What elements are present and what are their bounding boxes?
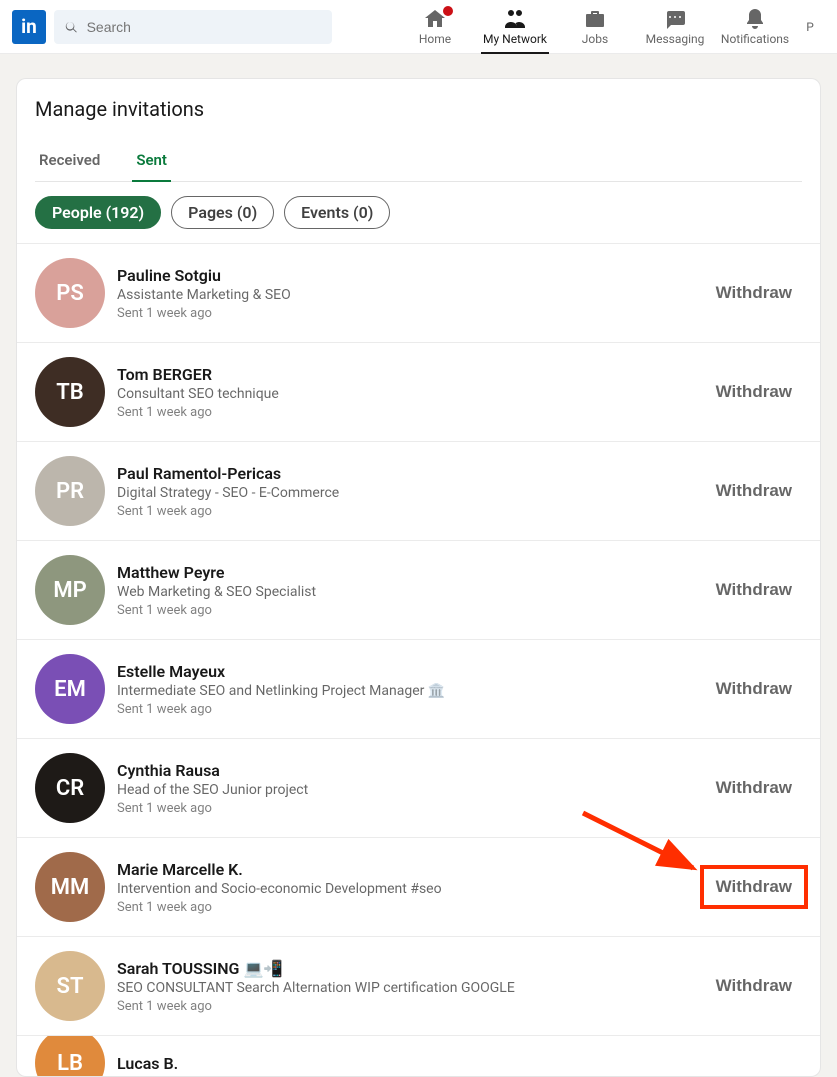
invitation-info: Tom BERGER Consultant SEO technique Sent 1… (117, 365, 706, 420)
invitation-row: CR Cynthia Rausa Head of the SEO Junior pr… (17, 739, 820, 838)
messaging-icon (663, 7, 687, 31)
withdraw-button[interactable]: Withdraw (706, 277, 802, 309)
filter-chips: People (192) Pages (0) Events (0) (17, 182, 820, 244)
person-headline: Assistante Marketing & SEO (117, 287, 706, 303)
top-nav: Home My Network Jobs Messaging Notificat… (395, 0, 825, 54)
linkedin-logo[interactable]: in (12, 10, 46, 44)
sent-time: Sent 1 week ago (117, 801, 706, 816)
sent-time: Sent 1 week ago (117, 405, 706, 420)
person-name[interactable]: Marie Marcelle K. (117, 860, 706, 879)
card-title: Manage invitations (35, 97, 802, 121)
invitation-info: Sarah TOUSSING 💻📲 SEO CONSULTANT Search A… (117, 959, 706, 1014)
person-name[interactable]: Lucas B. (117, 1054, 802, 1073)
tab-sent[interactable]: Sent (132, 139, 171, 181)
invitation-row: TB Tom BERGER Consultant SEO technique Sent… (17, 343, 820, 442)
withdraw-button[interactable]: Withdraw (706, 970, 802, 1002)
invitation-row: MM Marie Marcelle K. Intervention and Soci… (17, 838, 820, 937)
sent-time: Sent 1 week ago (117, 306, 706, 321)
person-name[interactable]: Sarah TOUSSING 💻📲 (117, 959, 706, 978)
avatar[interactable]: TB (35, 357, 105, 427)
invitation-row: EM Estelle Mayeux Intermediate SEO and Net… (17, 640, 820, 739)
invitation-info: Pauline Sotgiu Assistante Marketing & SEO… (117, 266, 706, 321)
nav-jobs[interactable]: Jobs (555, 0, 635, 54)
invitation-row: PR Paul Ramentol-Pericas Digital Strategy … (17, 442, 820, 541)
avatar[interactable]: MP (35, 555, 105, 625)
person-name[interactable]: Paul Ramentol-Pericas (117, 464, 706, 483)
nav-profile[interactable]: P (795, 0, 825, 54)
nav-label: Jobs (582, 32, 608, 46)
withdraw-button[interactable]: Withdraw (706, 673, 802, 705)
nav-label: Notifications (721, 32, 789, 46)
search-box[interactable] (54, 10, 332, 44)
person-name[interactable]: Tom BERGER (117, 365, 706, 384)
jobs-icon (583, 7, 607, 31)
invitation-list: PS Pauline Sotgiu Assistante Marketing & S… (17, 244, 820, 1076)
nav-messaging[interactable]: Messaging (635, 0, 715, 54)
sent-time: Sent 1 week ago (117, 702, 706, 717)
avatar[interactable]: MM (35, 852, 105, 922)
withdraw-button[interactable]: Withdraw (706, 871, 802, 903)
search-icon (64, 19, 79, 35)
nav-notifications[interactable]: Notifications (715, 0, 795, 54)
invitation-info: Marie Marcelle K. Intervention and Socio-… (117, 860, 706, 915)
manage-invitations-card: Manage invitations Received Sent People … (16, 78, 821, 1077)
person-name[interactable]: Estelle Mayeux (117, 662, 706, 681)
person-name[interactable]: Matthew Peyre (117, 563, 706, 582)
invitation-tabs: Received Sent (35, 139, 802, 182)
withdraw-button[interactable]: Withdraw (706, 574, 802, 606)
tab-received[interactable]: Received (35, 139, 104, 181)
withdraw-button[interactable]: Withdraw (706, 376, 802, 408)
withdraw-button[interactable]: Withdraw (706, 475, 802, 507)
person-name[interactable]: Cynthia Rausa (117, 761, 706, 780)
person-headline: Digital Strategy - SEO - E-Commerce (117, 485, 706, 501)
person-name[interactable]: Pauline Sotgiu (117, 266, 706, 285)
nav-label: P (806, 20, 814, 34)
bell-icon (743, 7, 767, 31)
card-header: Manage invitations Received Sent (17, 79, 820, 182)
invitation-row: ST Sarah TOUSSING 💻📲 SEO CONSULTANT Search… (17, 937, 820, 1036)
invitation-info: Estelle Mayeux Intermediate SEO and Netli… (117, 662, 706, 717)
avatar[interactable]: PR (35, 456, 105, 526)
invitation-row: LB Lucas B. (17, 1036, 820, 1076)
invitation-info: Lucas B. (117, 1054, 802, 1073)
nav-label: Messaging (646, 32, 705, 46)
invitation-info: Matthew Peyre Web Marketing & SEO Special… (117, 563, 706, 618)
chip-events[interactable]: Events (0) (284, 196, 390, 229)
person-headline: SEO CONSULTANT Search Alternation WIP ce… (117, 980, 706, 996)
chip-pages[interactable]: Pages (0) (171, 196, 274, 229)
invitation-info: Paul Ramentol-Pericas Digital Strategy - … (117, 464, 706, 519)
sent-time: Sent 1 week ago (117, 999, 706, 1014)
search-input[interactable] (87, 19, 322, 35)
invitation-info: Cynthia Rausa Head of the SEO Junior proj… (117, 761, 706, 816)
home-badge (441, 4, 455, 18)
withdraw-button[interactable]: Withdraw (706, 772, 802, 804)
nav-label: My Network (483, 32, 547, 46)
invitation-row: PS Pauline Sotgiu Assistante Marketing & S… (17, 244, 820, 343)
sent-time: Sent 1 week ago (117, 900, 706, 915)
network-icon (503, 7, 527, 31)
avatar[interactable]: CR (35, 753, 105, 823)
nav-my-network[interactable]: My Network (475, 0, 555, 54)
person-headline: Intervention and Socio-economic Developm… (117, 881, 706, 897)
avatar[interactable]: EM (35, 654, 105, 724)
person-headline: Consultant SEO technique (117, 386, 706, 402)
invitation-row: MP Matthew Peyre Web Marketing & SEO Speci… (17, 541, 820, 640)
person-headline: Web Marketing & SEO Specialist (117, 584, 706, 600)
person-headline: Head of the SEO Junior project (117, 782, 706, 798)
sent-time: Sent 1 week ago (117, 504, 706, 519)
global-header: in Home My Network Jobs Messaging Notifi… (0, 0, 837, 54)
avatar[interactable]: LB (35, 1036, 105, 1076)
avatar[interactable]: ST (35, 951, 105, 1021)
nav-label: Home (419, 32, 451, 46)
nav-home[interactable]: Home (395, 0, 475, 54)
avatar[interactable]: PS (35, 258, 105, 328)
person-headline: Intermediate SEO and Netlinking Project … (117, 683, 706, 699)
chip-people[interactable]: People (192) (35, 196, 161, 229)
sent-time: Sent 1 week ago (117, 603, 706, 618)
